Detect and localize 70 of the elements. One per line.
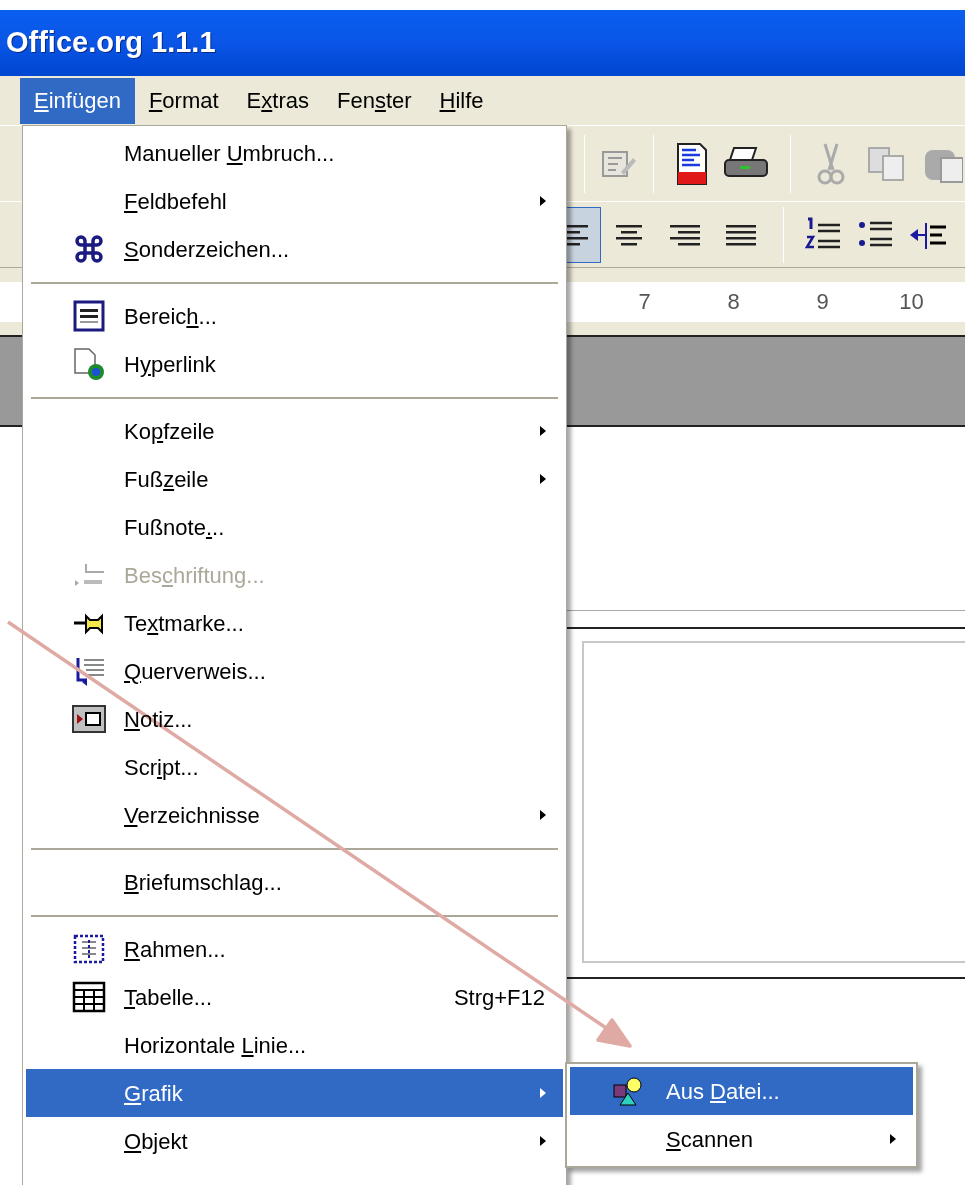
globe-page-icon	[72, 347, 106, 381]
menu-item[interactable]: Script...	[26, 743, 563, 791]
menu-item[interactable]: Notiz...	[26, 695, 563, 743]
menu-item-label: Manueller Umbruch...	[124, 139, 335, 168]
menu-item[interactable]: Rahmen...	[26, 925, 563, 973]
menu-bar-item[interactable]: Format	[134, 77, 233, 124]
frame-icon	[72, 932, 106, 966]
submenu-arrow-icon	[539, 1135, 547, 1147]
submenu-arrow-icon	[539, 809, 547, 821]
menu-item-label: Tabelle...	[124, 983, 213, 1012]
menu-bar-item[interactable]: Einfügen	[20, 77, 135, 124]
table-icon	[72, 980, 106, 1014]
align-icon	[670, 222, 700, 247]
menu-item-label: Sonderzeichen...	[124, 235, 290, 264]
menu-item-label: Verzeichnisse	[124, 801, 260, 830]
menu-item-label: Fußzeile	[124, 465, 209, 494]
menu-bar-item[interactable]: Fenster	[322, 77, 426, 124]
menu-item[interactable]: Tabelle... Strg+F12	[26, 973, 563, 1021]
ruler-number: 10	[899, 290, 924, 313]
menu-item-label: Horizontale Linie...	[124, 1031, 307, 1060]
menu-item-label: Notiz...	[124, 705, 193, 734]
command-icon	[73, 233, 105, 265]
menu-item-label: Objekt	[124, 1127, 188, 1156]
menu-bar-item[interactable]: Extras	[232, 77, 323, 124]
menu-item-label: Grafik	[124, 1079, 183, 1108]
menu-item[interactable]: Verzeichnisse	[26, 791, 563, 839]
menu-item-label: Feldbefehl	[124, 187, 227, 216]
menu-bar-item[interactable]: Hilfe	[425, 77, 498, 124]
menu-item-label: Rahmen...	[124, 935, 226, 964]
menu-item[interactable]: Feldbefehl	[26, 177, 563, 225]
menu-item[interactable]: Querverweis...	[26, 647, 563, 695]
menu-item-label: Kopfzeile	[124, 417, 215, 446]
submenu-arrow-icon	[889, 1133, 897, 1145]
menu-item-label: Briefumschlag...	[124, 868, 282, 897]
menu-item[interactable]: Textmarke...	[26, 599, 563, 647]
align-icon	[726, 222, 756, 247]
ruler-number: 9	[816, 290, 829, 313]
menu-item[interactable]: Briefumschlag...	[26, 858, 563, 906]
menu-item-label: Aus Datei...	[666, 1077, 780, 1106]
shortcut-label: Strg+F12	[453, 983, 545, 1012]
menu-item-label: Script...	[124, 753, 199, 782]
menu-item[interactable]: Scannen	[570, 1115, 913, 1163]
menu-item-label: Bereich...	[124, 302, 217, 331]
menu-item[interactable]: Fußnote...	[26, 503, 563, 551]
ruler-number: 7	[638, 290, 651, 313]
image-icon	[612, 1075, 644, 1107]
submenu-arrow-icon	[539, 1087, 547, 1099]
menu-item-label: Hyperlink	[124, 350, 216, 379]
menu-item[interactable]: Aus Datei...	[570, 1067, 913, 1115]
align-icon	[614, 222, 644, 247]
menu-item[interactable]: Manueller Umbruch...	[26, 129, 563, 177]
menu-item[interactable]: Fußzeile	[26, 455, 563, 503]
document-icon	[72, 299, 106, 333]
submenu-arrow-icon	[539, 195, 547, 207]
menu-item-label: Beschriftung...	[124, 561, 265, 590]
menu-item-label: Textmarke...	[124, 609, 244, 638]
menu-item[interactable]: Bereich...	[26, 292, 563, 340]
menu-item-label: Scannen	[666, 1125, 753, 1154]
window-title: Office.org 1.1.1	[6, 25, 216, 61]
menu-item-label: Fußnote...	[124, 513, 225, 542]
menu-item[interactable]: Sonderzeichen...	[26, 225, 563, 273]
menu-item[interactable]: Horizontale Linie...	[26, 1021, 563, 1069]
menu-item-label: Querverweis...	[124, 657, 266, 686]
menu-item[interactable]: Kopfzeile	[26, 407, 563, 455]
menu-item[interactable]: Objekt	[26, 1117, 563, 1165]
ruler-number: 8	[727, 290, 740, 313]
submenu-arrow-icon	[539, 473, 547, 485]
note-icon	[72, 702, 106, 736]
submenu-arrow-icon	[539, 425, 547, 437]
menu-item[interactable]: Grafik	[26, 1069, 563, 1117]
